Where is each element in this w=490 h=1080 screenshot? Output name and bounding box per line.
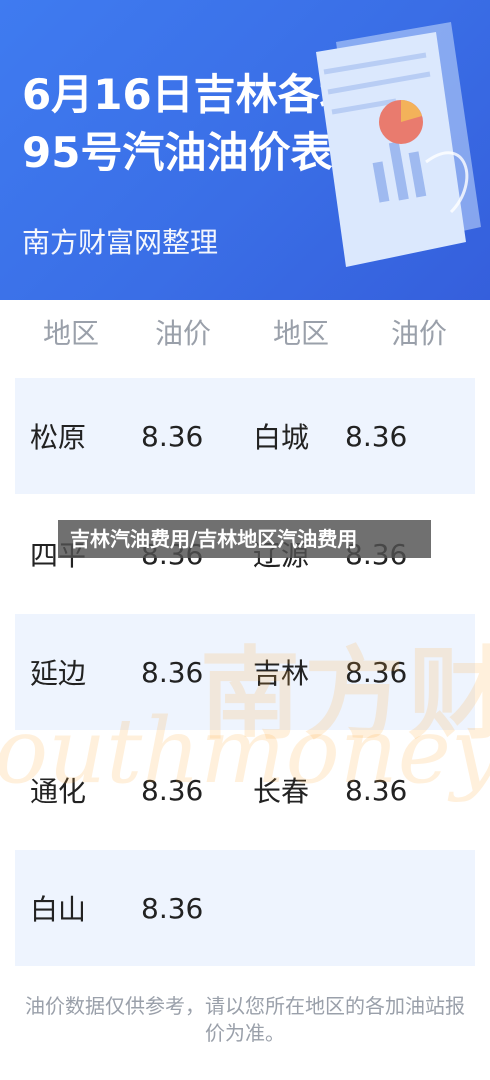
table-row: 白山 8.36 (15, 850, 475, 966)
col-header-region-1: 地区 (42, 317, 99, 350)
overlay-caption-banner: 吉林汽油费用/吉林地区汽油费用 (58, 520, 431, 558)
disclaimer-line-1: 油价数据仅供参考，请以您所在地区的各加油站报 (25, 994, 465, 1018)
col-header-price-1: 油价 (154, 317, 211, 350)
disclaimer-footer: 油价数据仅供参考，请以您所在地区的各加油站报 价为准。 (0, 993, 490, 1047)
disclaimer-line-2: 价为准。 (205, 1021, 285, 1045)
price-cell: 8.36 (141, 419, 204, 453)
price-cell: 8.36 (345, 773, 408, 807)
page-subtitle: 南方财富网整理 (22, 226, 219, 259)
price-cell: 8.36 (141, 891, 204, 925)
table-row: 通化 8.36 长春 8.36 (15, 732, 475, 848)
price-cell: 8.36 (141, 655, 204, 689)
table-row: 延边 8.36 吉林 8.36 (15, 614, 475, 730)
document-chart-illustration (316, 22, 481, 267)
region-cell: 通化 (30, 775, 87, 808)
region-cell: 白城 (253, 421, 310, 454)
region-cell: 延边 (30, 657, 87, 690)
region-cell: 白山 (30, 893, 87, 926)
region-cell: 松原 (30, 421, 87, 454)
table-row: 松原 8.36 白城 8.36 (15, 378, 475, 494)
col-header-price-2: 油价 (390, 317, 447, 350)
price-table: 松原 8.36 白城 8.36 四平 8.36 辽源 8.36 延边 8.36 … (15, 378, 475, 968)
price-cell: 8.36 (345, 655, 408, 689)
table-column-headers: 地区 油价 地区 油价 (15, 310, 475, 358)
region-cell: 长春 (253, 775, 310, 808)
price-cell: 8.36 (141, 773, 204, 807)
region-cell: 吉林 (253, 657, 310, 690)
col-header-region-2: 地区 (272, 317, 329, 350)
price-cell: 8.36 (345, 419, 408, 453)
header-banner: 6月16日吉林各地区 95号汽油油价表 南方财富网整理 (0, 0, 490, 300)
